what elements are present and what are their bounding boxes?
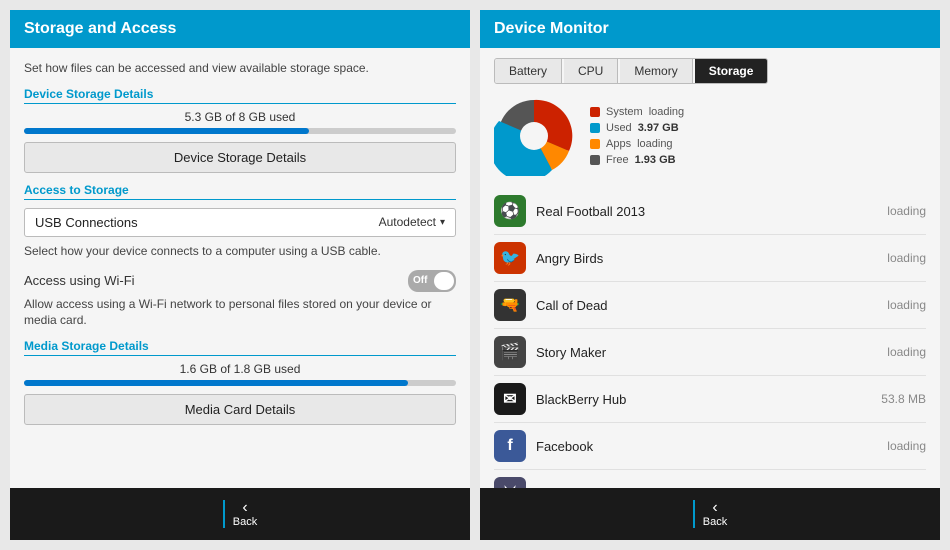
app-name: Story Maker (536, 345, 877, 360)
app-list-item[interactable]: 🐦 Angry Birds loading (494, 235, 926, 282)
media-storage-bar-fill (24, 380, 408, 386)
app-name: BlackBerry Hub (536, 392, 871, 407)
tab-memory[interactable]: Memory (620, 59, 692, 83)
left-panel-header: Storage and Access (10, 10, 470, 48)
legend-system: System loading (590, 106, 684, 118)
media-storage-usage: 1.6 GB of 1.8 GB used (24, 362, 456, 376)
device-storage-usage: 5.3 GB of 8 GB used (24, 110, 456, 124)
wifi-toggle[interactable]: Off (408, 270, 456, 292)
usb-desc: Select how your device connects to a com… (24, 243, 456, 260)
tab-battery[interactable]: Battery (495, 59, 562, 83)
legend-system-label: System (606, 106, 643, 118)
app-list-item[interactable]: 🔫 Call of Dead loading (494, 282, 926, 329)
app-icon: 🎬 (494, 336, 526, 368)
access-storage-label: Access to Storage (24, 183, 456, 200)
app-icon: 🐦 (494, 242, 526, 274)
legend-free: Free 1.93 GB (590, 154, 684, 166)
legend-apps-dot (590, 139, 600, 149)
left-back-button[interactable]: ‹ Back (223, 500, 257, 528)
right-panel: Device Monitor Battery CPU Memory Storag… (480, 10, 940, 540)
usb-select[interactable]: Autodetect ▾ (379, 215, 445, 229)
app-name: Call of Dead (536, 298, 877, 313)
device-storage-details-button[interactable]: Device Storage Details (24, 142, 456, 173)
legend-used-value: 3.97 GB (638, 122, 679, 134)
device-storage-label: Device Storage Details (24, 87, 456, 104)
media-storage-bar-track (24, 380, 456, 386)
app-status: 53.8 MB (881, 392, 926, 406)
left-desc: Set how files can be accessed and view a… (24, 60, 456, 77)
app-list-item[interactable]: ✉ BlackBerry Hub 53.8 MB (494, 376, 926, 423)
legend-system-sublabel: loading (649, 106, 684, 118)
tab-cpu[interactable]: CPU (564, 59, 618, 83)
app-status: loading (887, 204, 926, 218)
app-icon: f (494, 430, 526, 462)
left-footer: ‹ Back (10, 488, 470, 540)
legend-used: Used 3.97 GB (590, 122, 684, 134)
left-back-label: Back (233, 516, 257, 528)
app-icon: ✉ (494, 383, 526, 415)
app-list-item[interactable]: f Facebook loading (494, 423, 926, 470)
left-panel-body: Set how files can be accessed and view a… (10, 48, 470, 488)
usb-row[interactable]: USB Connections Autodetect ▾ (24, 208, 456, 237)
right-panel-header: Device Monitor (480, 10, 940, 48)
app-name: Real Football 2013 (536, 204, 877, 219)
usb-value: Autodetect (379, 215, 436, 229)
storage-pie-chart (494, 96, 574, 176)
right-back-label: Back (703, 516, 727, 528)
media-storage-label: Media Storage Details (24, 339, 456, 356)
back-arrow-icon-right: ‹ (712, 500, 717, 516)
tabs-row: Battery CPU Memory Storage (494, 58, 768, 84)
media-card-details-button[interactable]: Media Card Details (24, 394, 456, 425)
right-footer: ‹ Back (480, 488, 940, 540)
left-panel: Storage and Access Set how files can be … (10, 10, 470, 540)
app-name: Facebook (536, 439, 877, 454)
app-list-item[interactable]: ⚽ Real Football 2013 loading (494, 188, 926, 235)
tab-storage[interactable]: Storage (695, 59, 768, 83)
chart-area: System loading Used 3.97 GB Apps loading… (494, 96, 926, 176)
legend-used-label: Used (606, 122, 632, 134)
wifi-toggle-off-label: Off (413, 275, 427, 286)
device-storage-bar-fill (24, 128, 309, 134)
legend-free-label: Free (606, 154, 629, 166)
legend-used-dot (590, 123, 600, 133)
app-status: loading (887, 439, 926, 453)
app-status: loading (887, 298, 926, 312)
wifi-label: Access using Wi-Fi (24, 273, 135, 288)
back-arrow-icon: ‹ (242, 500, 247, 516)
wifi-row: Access using Wi-Fi Off (24, 270, 456, 292)
legend-free-dot (590, 155, 600, 165)
app-list-item[interactable]: 🎬 Story Maker loading (494, 329, 926, 376)
app-status: loading (887, 251, 926, 265)
app-name: Angry Birds (536, 251, 877, 266)
app-icon: 🔫 (494, 289, 526, 321)
app-list-item[interactable]: ⚔Injusticeloading (494, 470, 926, 488)
app-list: ⚽ Real Football 2013 loading 🐦 Angry Birds lo… (494, 188, 926, 488)
device-storage-bar-track (24, 128, 456, 134)
storage-legend: System loading Used 3.97 GB Apps loading… (590, 106, 684, 166)
right-back-button[interactable]: ‹ Back (693, 500, 727, 528)
usb-label: USB Connections (35, 215, 379, 230)
legend-apps-sublabel: loading (637, 138, 672, 150)
toggle-knob (434, 272, 454, 290)
right-panel-body: Battery CPU Memory Storage Sys (480, 48, 940, 488)
app-icon: ⚽ (494, 195, 526, 227)
legend-apps: Apps loading (590, 138, 684, 150)
legend-free-value: 1.93 GB (635, 154, 676, 166)
legend-system-dot (590, 107, 600, 117)
app-status: loading (887, 345, 926, 359)
wifi-desc: Allow access using a Wi-Fi network to pe… (24, 296, 456, 330)
chevron-down-icon: ▾ (440, 217, 445, 228)
app-icon: ⚔ (494, 477, 526, 488)
legend-apps-label: Apps (606, 138, 631, 150)
